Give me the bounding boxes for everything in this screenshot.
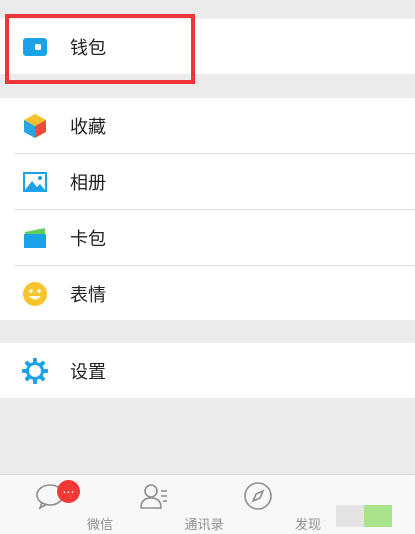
menu-item-stickers[interactable]: 表情 [0,266,415,321]
gear-icon [21,357,49,385]
menu-item-label: 收藏 [70,116,106,138]
partial-tab-icon-active [364,505,392,527]
favorites-cube-icon [21,112,49,140]
tab-chats[interactable]: 微信 [0,475,113,534]
compass-icon [243,481,273,511]
features-section: 收藏 相册 卡包 表情 [0,98,415,320]
tab-discover[interactable]: 发现 [208,475,321,534]
menu-item-album[interactable]: 相册 [0,154,415,209]
menu-item-label: 表情 [70,284,106,306]
menu-item-label: 设置 [70,361,106,383]
menu-item-label: 相册 [70,172,106,194]
menu-item-favorites[interactable]: 收藏 [0,98,415,153]
card-package-icon [21,224,49,252]
menu-item-cards[interactable]: 卡包 [0,210,415,265]
photo-album-icon [21,168,49,196]
smiley-face-icon [21,280,49,308]
settings-section: 设置 [0,343,415,398]
tab-contacts[interactable]: 通讯录 [104,475,224,534]
contacts-icon [139,481,169,511]
menu-item-label: 卡包 [70,228,106,250]
menu-item-settings[interactable]: 设置 [0,343,415,398]
partial-tab-icon [336,505,364,527]
highlight-box [5,14,195,84]
unread-badge: … [57,480,80,503]
